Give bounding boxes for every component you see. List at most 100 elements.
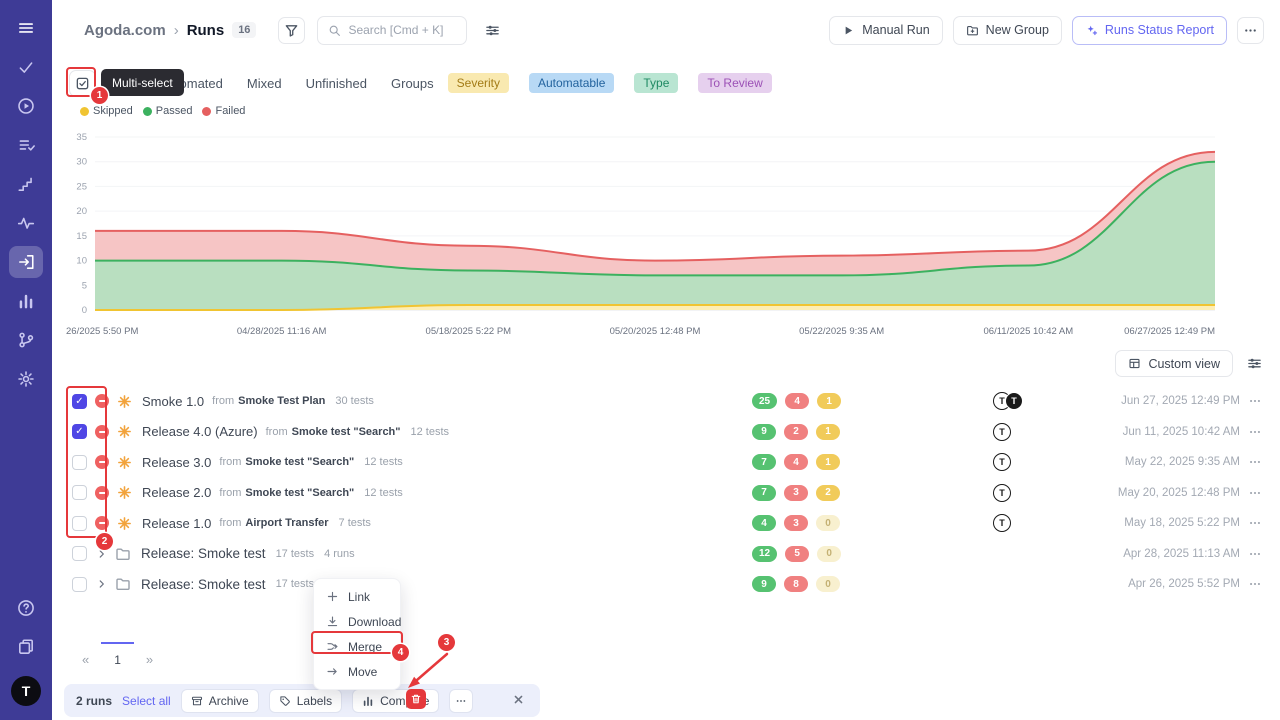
chart-legend: SkippedPassedFailed (80, 105, 245, 117)
run-row[interactable]: Release 2.0fromSmoke test "Search"12 tes… (64, 478, 1270, 509)
tab-mixed[interactable]: Mixed (247, 76, 282, 91)
run-row[interactable]: Release 3.0fromSmoke test "Search"12 tes… (64, 447, 1270, 478)
from-label: from (266, 426, 288, 438)
passed-badge: 9 (752, 424, 776, 440)
run-tests-count: 12 tests (364, 456, 403, 468)
archive-button[interactable]: Archive (181, 689, 259, 713)
filter-chips: Severity Automatable Type To Review (448, 73, 772, 93)
selection-more-button[interactable] (449, 689, 473, 713)
failed-badge: 5 (785, 546, 809, 562)
row-more-button[interactable] (1246, 423, 1264, 441)
status-failed-icon (95, 516, 109, 530)
new-group-button[interactable]: New Group (953, 16, 1062, 45)
run-row[interactable]: Release 1.0fromAirport Transfer7 tests43… (64, 508, 1270, 539)
view-bar: Custom view (1115, 350, 1268, 377)
result-badges: 430 (752, 515, 848, 531)
legend-dot (143, 107, 152, 116)
branch-icon (17, 331, 35, 349)
run-title: Release 4.0 (Azure) (142, 424, 258, 439)
sidebar-item-help[interactable] (9, 592, 43, 624)
result-badges: 921 (752, 424, 848, 440)
svg-text:05/22/2025 9:35 AM: 05/22/2025 9:35 AM (799, 326, 884, 337)
row-more-button[interactable] (1246, 545, 1264, 563)
burst-icon (117, 455, 132, 470)
sidebar-item-pulse[interactable] (9, 207, 43, 239)
labels-button[interactable]: Labels (269, 689, 342, 713)
row-more-button[interactable] (1246, 575, 1264, 593)
menu-item-move[interactable]: Move (314, 659, 400, 684)
compare-button[interactable]: Compare (352, 689, 439, 713)
chip-severity[interactable]: Severity (448, 73, 509, 93)
sidebar-item-suites[interactable] (9, 129, 43, 161)
sidebar-item-docs[interactable] (9, 631, 43, 663)
assignee-avatars: T (993, 453, 1011, 471)
sidebar-item-runs[interactable] (9, 246, 43, 278)
sidebar-item-analytics[interactable] (9, 285, 43, 317)
docs-icon (17, 638, 35, 656)
link-icon (326, 590, 339, 603)
chip-automatable[interactable]: Automatable (529, 73, 614, 93)
page-1-button[interactable]: 1 (101, 642, 134, 667)
next-page-button[interactable]: » (138, 642, 161, 667)
assignee-avatars: T (993, 484, 1011, 502)
svg-text:35: 35 (76, 132, 87, 143)
header-more-button[interactable] (1237, 17, 1264, 44)
row-more-button[interactable] (1246, 484, 1264, 502)
run-row[interactable]: ✓Release 4.0 (Azure)fromSmoke test "Sear… (64, 417, 1270, 448)
tab-unfinished[interactable]: Unfinished (306, 76, 367, 91)
sidebar-item-results[interactable] (9, 51, 43, 83)
chip-type[interactable]: Type (634, 73, 678, 93)
filter-button[interactable] (278, 17, 305, 44)
row-checkbox[interactable]: ✓ (72, 394, 87, 409)
new-group-label: New Group (986, 23, 1049, 37)
row-more-button[interactable] (1246, 392, 1264, 410)
sidebar-item-milestones[interactable] (9, 168, 43, 200)
run-row[interactable]: ✓Smoke 1.0fromSmoke Test Plan30 tests254… (64, 386, 1270, 417)
group-row[interactable]: Release: Smoke test17 tests4 runs1250Apr… (64, 539, 1270, 570)
row-more-button[interactable] (1246, 453, 1264, 471)
group-row[interactable]: Release: Smoke test17 tests7 runs980Apr … (64, 569, 1270, 600)
avatar: T (993, 484, 1011, 502)
row-checkbox[interactable]: ✓ (72, 424, 87, 439)
view-settings-button[interactable] (1241, 350, 1268, 377)
manual-run-button[interactable]: Manual Run (829, 16, 942, 45)
selection-action-bar: 2 runs Select all Archive Labels Compare (64, 684, 540, 717)
svg-text:30: 30 (76, 157, 87, 168)
skipped-badge: 1 (816, 454, 840, 470)
svg-text:04/28/2025 11:16 AM: 04/28/2025 11:16 AM (237, 326, 327, 337)
legend-label: Passed (156, 105, 193, 117)
result-badges: 1250 (752, 546, 849, 562)
row-checkbox[interactable] (72, 485, 87, 500)
legend-dot (80, 107, 89, 116)
custom-view-button[interactable]: Custom view (1115, 350, 1233, 377)
row-checkbox[interactable] (72, 516, 87, 531)
menu-item-download[interactable]: Download (314, 609, 400, 634)
search-settings-button[interactable] (479, 17, 506, 44)
sidebar-item-branches[interactable] (9, 324, 43, 356)
row-more-button[interactable] (1246, 514, 1264, 532)
runs-status-report-button[interactable]: Runs Status Report (1072, 16, 1227, 45)
sidebar-item-settings[interactable] (9, 363, 43, 395)
row-checkbox[interactable] (72, 577, 87, 592)
breadcrumb-project[interactable]: Agoda.com (84, 22, 166, 39)
sidebar-item-start-run[interactable] (9, 90, 43, 122)
row-checkbox[interactable] (72, 455, 87, 470)
ellipsis-icon (1248, 425, 1262, 439)
close-selection-button[interactable] (508, 691, 528, 711)
from-label: from (219, 456, 241, 468)
run-source: Smoke test "Search" (245, 456, 354, 468)
sidebar-item-menu[interactable] (9, 12, 43, 44)
row-checkbox[interactable] (72, 546, 87, 561)
search-box[interactable] (317, 16, 467, 45)
selection-count: 2 runs (76, 694, 112, 708)
search-input[interactable] (348, 23, 456, 37)
chip-to-review[interactable]: To Review (698, 73, 771, 93)
menu-item-merge[interactable]: Merge (314, 634, 400, 659)
prev-page-button[interactable]: « (74, 642, 97, 667)
svg-text:06/11/2025 10:42 AM: 06/11/2025 10:42 AM (984, 326, 1074, 337)
workspace-logo[interactable]: T (11, 676, 41, 706)
menu-item-link[interactable]: Link (314, 584, 400, 609)
tab-groups[interactable]: Groups (391, 76, 434, 91)
select-all-link[interactable]: Select all (122, 694, 171, 708)
run-date: May 20, 2025 12:48 PM (1118, 487, 1240, 499)
